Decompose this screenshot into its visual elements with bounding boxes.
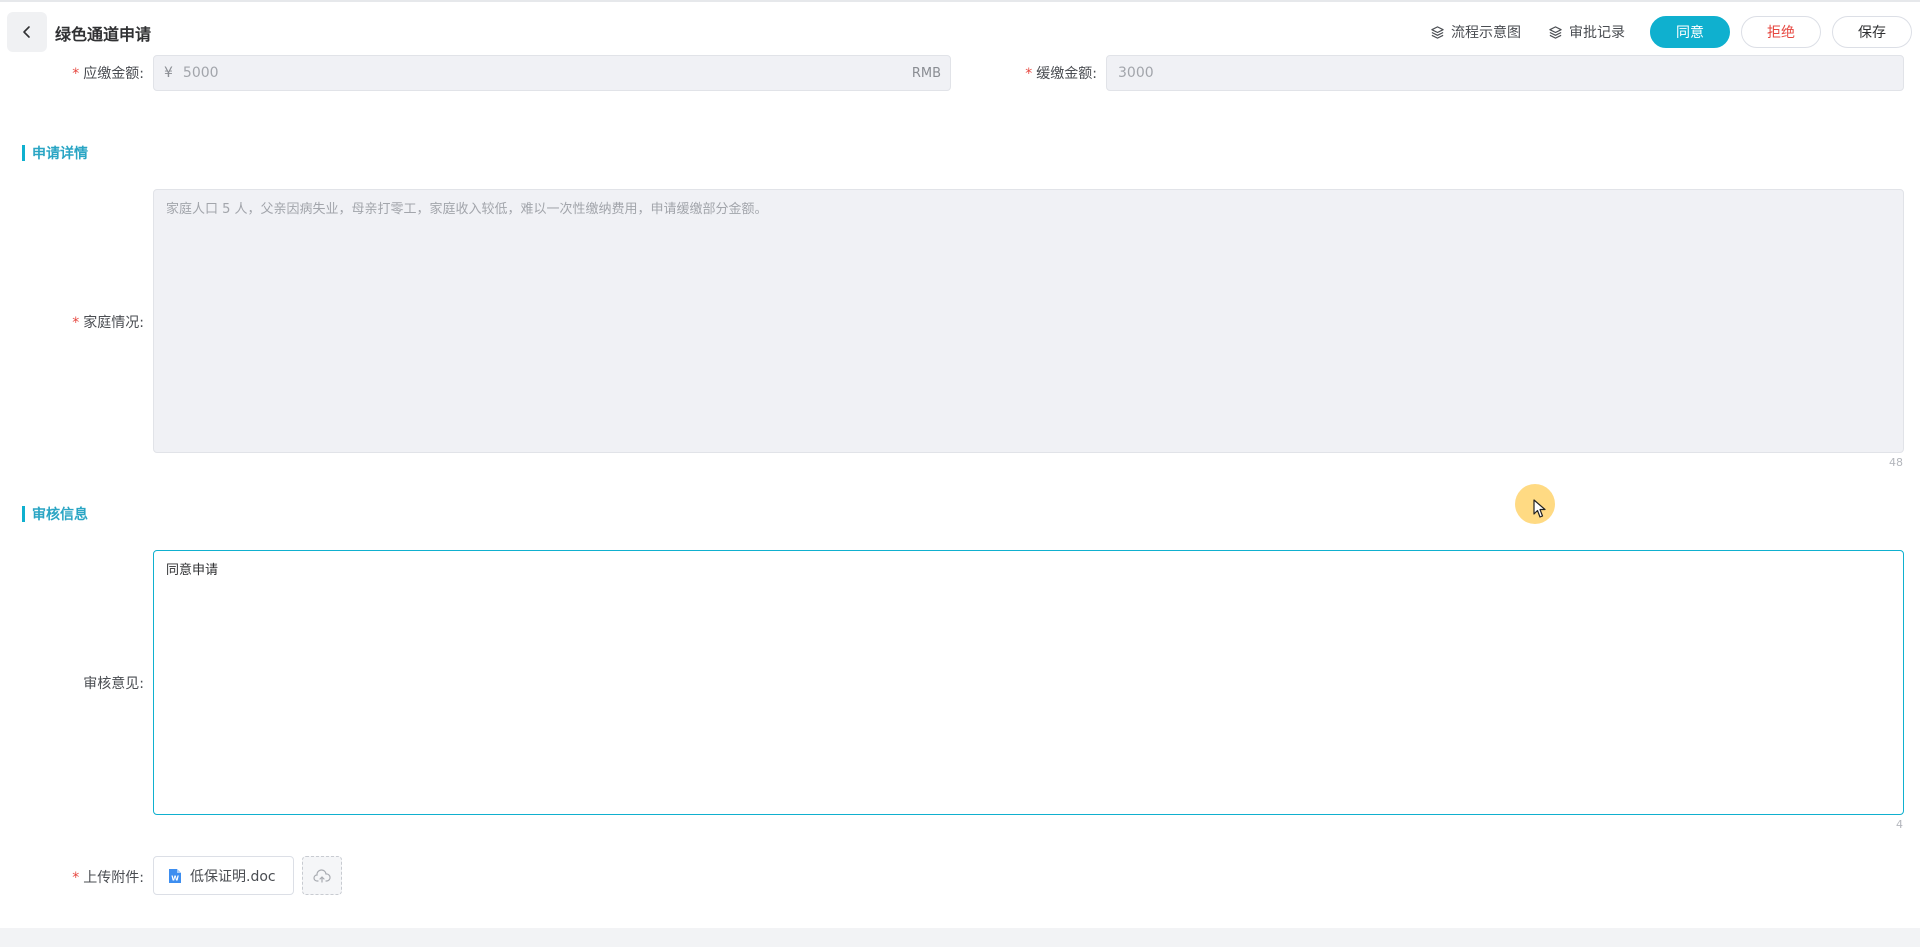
approval-records-label: 审批记录 xyxy=(1569,25,1625,41)
agree-button[interactable]: 同意 xyxy=(1650,16,1730,48)
save-button[interactable]: 保存 xyxy=(1832,16,1912,48)
section-title-review: 审核信息 xyxy=(22,504,88,524)
page-title: 绿色通道申请 xyxy=(55,25,152,44)
upload-button[interactable] xyxy=(302,856,342,895)
review-opinion-textarea[interactable]: 同意申请 xyxy=(153,550,1904,815)
deferred-amount-label: * 缓缴金额: xyxy=(1025,66,1097,82)
family-situation-label: * 家庭情况: xyxy=(72,315,144,331)
layers-icon xyxy=(1549,25,1562,39)
due-amount-value: 5000 xyxy=(182,65,219,81)
due-amount-input[interactable]: ¥ 5000 RMB xyxy=(153,55,951,91)
page: 绿色通道申请 流程示意图 审批记录 同意 拒绝 保存 * 应缴金额: ¥ 5000 xyxy=(0,0,1920,928)
due-amount-label: * 应缴金额: xyxy=(72,66,144,82)
required-mark: * xyxy=(72,315,80,331)
svg-text:W: W xyxy=(171,874,179,882)
required-mark: * xyxy=(1025,66,1033,82)
mouse-cursor-icon xyxy=(1533,499,1546,518)
family-situation-textarea[interactable]: 家庭人口 5 人，父亲因病失业，母亲打零工，家庭收入较低，难以一次性缴纳费用，申… xyxy=(153,189,1904,453)
attachment-label: * 上传附件: xyxy=(72,870,144,886)
attachment-file[interactable]: W 低保证明.doc xyxy=(153,856,294,895)
back-button[interactable] xyxy=(7,12,47,52)
deferred-amount-value: 3000 xyxy=(1118,65,1154,81)
word-doc-icon: W xyxy=(169,868,181,883)
currency-prefix: ¥ xyxy=(164,65,173,81)
header-bar: 绿色通道申请 流程示意图 审批记录 同意 拒绝 保存 xyxy=(0,0,1920,58)
flow-diagram-link[interactable]: 流程示意图 xyxy=(1430,22,1521,42)
approval-records-link[interactable]: 审批记录 xyxy=(1548,22,1625,42)
family-char-count: 48 xyxy=(1889,456,1903,469)
required-mark: * xyxy=(72,870,80,886)
section-title-details: 申请详情 xyxy=(22,143,88,163)
review-opinion-label: 审核意见: xyxy=(83,676,144,692)
chevron-left-icon xyxy=(23,26,30,38)
deferred-amount-input[interactable]: 3000 xyxy=(1106,55,1904,91)
flow-diagram-label: 流程示意图 xyxy=(1451,25,1521,41)
layers-icon xyxy=(1431,25,1444,39)
attachment-file-name: 低保证明.doc xyxy=(190,868,276,885)
required-mark: * xyxy=(72,66,80,82)
opinion-char-count: 4 xyxy=(1896,818,1903,831)
reject-button[interactable]: 拒绝 xyxy=(1741,16,1821,48)
currency-suffix: RMB xyxy=(911,65,941,81)
cloud-upload-icon xyxy=(313,868,331,883)
